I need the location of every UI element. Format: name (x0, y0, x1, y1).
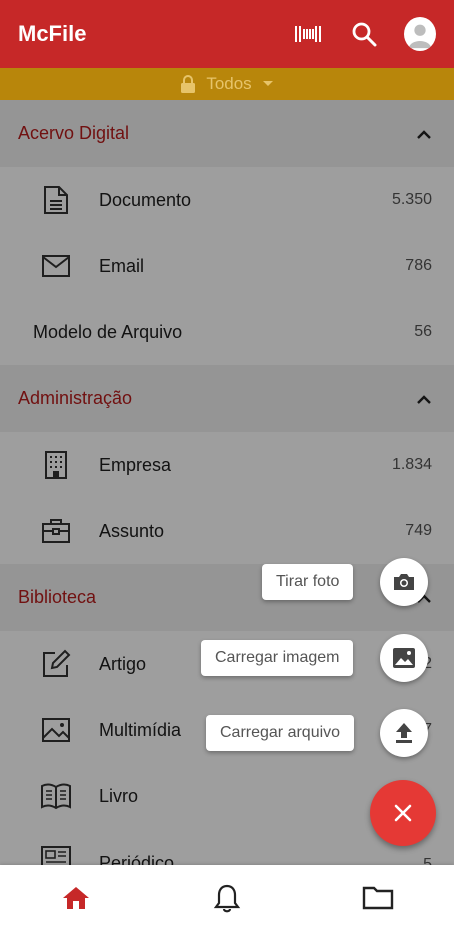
profile-avatar[interactable] (404, 17, 436, 51)
upload-image-label[interactable]: Carregar imagem (201, 640, 354, 676)
camera-icon (394, 574, 414, 590)
avatar-icon (404, 17, 436, 51)
nav-folders[interactable] (348, 873, 408, 923)
upload-image-button[interactable] (380, 634, 428, 682)
bell-icon (213, 884, 241, 912)
visibility-filter[interactable]: Todos (0, 68, 454, 100)
fab-action-upload-image[interactable]: Carregar imagem (201, 640, 354, 676)
lock-icon (181, 75, 196, 93)
image-icon (393, 648, 415, 668)
nav-home[interactable] (46, 873, 106, 923)
fab-action-upload-file[interactable]: Carregar arquivo (206, 715, 355, 751)
take-photo-button[interactable] (380, 558, 428, 606)
bottom-navigation (0, 865, 454, 930)
search-icon[interactable] (348, 18, 380, 50)
close-fab-button[interactable] (370, 780, 436, 846)
upload-file-label[interactable]: Carregar arquivo (206, 715, 355, 751)
nav-notifications[interactable] (197, 873, 257, 923)
take-photo-label[interactable]: Tirar foto (262, 564, 354, 600)
filter-label: Todos (206, 74, 252, 93)
dropdown-arrow-icon (262, 81, 273, 86)
app-title: McFile (18, 21, 87, 46)
upload-file-button[interactable] (380, 709, 428, 757)
app-bar: McFile (0, 0, 454, 68)
folder-icon (363, 886, 394, 909)
upload-icon (396, 723, 412, 743)
barcode-scan-icon[interactable] (292, 18, 324, 50)
fab-action-take-photo[interactable]: Tirar foto (262, 564, 354, 600)
home-icon (62, 886, 89, 909)
close-icon (394, 804, 412, 822)
